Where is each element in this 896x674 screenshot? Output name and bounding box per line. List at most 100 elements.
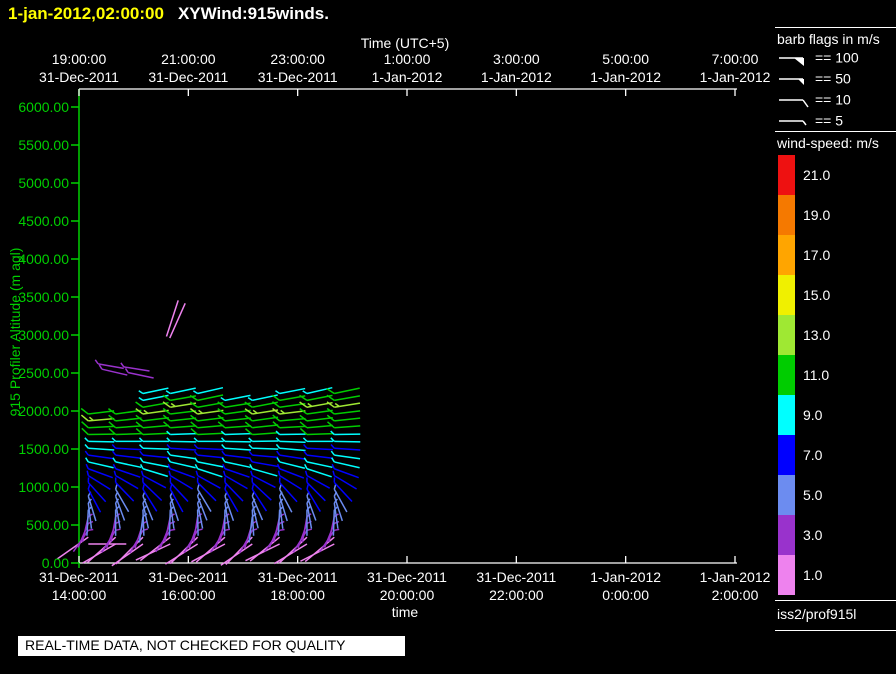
- wind-barb-tick: [222, 463, 226, 470]
- colorbar-swatch: [778, 155, 795, 195]
- bottom-tick-label: 1-Jan-2012 2:00:00: [699, 569, 771, 603]
- wind-barb-tick: [194, 457, 199, 463]
- wind-barb-tick: [195, 470, 199, 476]
- barb-legend-item-pennant-50: == 50: [777, 70, 851, 91]
- titlebar: 1-jan-2012,02:00:00 XYWind:915winds.: [8, 4, 329, 24]
- colorbar-swatch: [778, 235, 795, 275]
- wind-barb: [123, 366, 150, 372]
- wind-barb: [279, 447, 306, 452]
- barb-legend-label: == 50: [815, 70, 851, 87]
- wind-barb: [170, 461, 196, 469]
- wind-barb-tick: [334, 528, 340, 532]
- wind-barb-tick: [276, 463, 281, 470]
- wind-barb: [251, 481, 272, 501]
- wind-barb: [128, 371, 154, 379]
- wind-barb-tick: [86, 470, 90, 476]
- wind-barb-tick: [250, 470, 254, 476]
- wind-barb: [197, 432, 224, 436]
- wind-barb: [306, 432, 333, 436]
- wind-barb-tick: [303, 450, 308, 456]
- wind-barb: [191, 543, 226, 563]
- wind-barb: [88, 461, 114, 469]
- wind-barb-tick: [249, 464, 253, 470]
- wind-barb: [98, 363, 124, 370]
- wind-barb-tick: [221, 450, 226, 456]
- wind-barb: [279, 454, 306, 460]
- wind-barb-tick: [276, 450, 281, 456]
- wind-barb-tick: [81, 421, 89, 429]
- wind-barb-tick: [166, 450, 171, 456]
- wind-barb-tick: [169, 484, 173, 490]
- wind-barb-tick: [252, 409, 258, 414]
- wind-barb: [170, 468, 195, 479]
- colorbar-value: 3.0: [803, 527, 823, 543]
- wind-barb-tick: [84, 443, 89, 449]
- wind-barb-tick: [248, 457, 253, 463]
- y-tick-label: 4000.00: [18, 251, 69, 267]
- colorbar-swatch: [778, 355, 795, 395]
- wind-barb-tick: [85, 463, 89, 470]
- bottom-tick-label: 31-Dec-2011 20:00:00: [367, 569, 447, 603]
- wind-barb-tick: [84, 437, 89, 442]
- colorbar-swatch: [778, 475, 795, 515]
- wind-barb: [306, 468, 332, 478]
- wind-barb-tick: [251, 484, 255, 490]
- wind-barb-tick: [170, 528, 176, 532]
- wind-barb: [252, 461, 279, 468]
- pennant-100-icon: [779, 57, 804, 66]
- wind-barb: [168, 509, 172, 536]
- wind-barb-tick: [88, 528, 94, 532]
- colorbar-value: 5.0: [803, 487, 823, 503]
- wind-barb: [142, 468, 169, 478]
- wind-barb: [142, 509, 145, 536]
- wind-barb: [142, 416, 169, 422]
- barb-legend-item-pennant-100: == 100: [777, 49, 859, 70]
- wind-barb: [170, 454, 197, 460]
- wind-barb-tick: [306, 484, 309, 490]
- wind-barb: [115, 468, 141, 478]
- wind-barb: [334, 387, 360, 395]
- colorbar-value: 1.0: [803, 567, 823, 583]
- wind-barb: [170, 425, 197, 429]
- wind-barb: [197, 394, 224, 402]
- wind-barb-tick: [248, 450, 253, 456]
- station-id: iss2/prof915l: [777, 606, 857, 622]
- wind-barb-tick: [302, 390, 308, 395]
- wind-barb: [142, 424, 169, 429]
- wind-barb: [197, 424, 224, 429]
- wind-barb-tick: [142, 484, 145, 490]
- station-box-top-line: [775, 600, 896, 601]
- wind-barb-tick: [302, 437, 308, 442]
- wind-barb: [225, 536, 253, 566]
- wind-barb-tick: [138, 396, 144, 401]
- top-tick-label: 1:00:00 1-Jan-2012: [371, 51, 443, 85]
- wind-barb-tick: [220, 396, 226, 401]
- wind-barb-tick: [98, 364, 103, 370]
- wind-barb-tick: [167, 457, 171, 463]
- y-tick-label: 2500.00: [18, 365, 69, 381]
- wind-barb-tick: [139, 444, 144, 449]
- wind-barb: [252, 416, 279, 422]
- wind-barb: [334, 410, 361, 415]
- right-panel-divider-mid: [775, 131, 896, 132]
- top-tick-label: 21:00:00 31-Dec-2011: [148, 51, 229, 85]
- wind-barb-tick: [80, 407, 89, 415]
- wind-barb: [245, 543, 280, 562]
- wind-barb: [334, 425, 361, 429]
- wind-barb-tick: [108, 414, 117, 422]
- wind-barb: [88, 410, 115, 415]
- wind-barb: [306, 416, 333, 422]
- wind-barb: [224, 394, 251, 402]
- top-axis-title: Time (UTC+5): [360, 35, 450, 51]
- colorbar-value: 13.0: [803, 327, 831, 343]
- wind-barb-tick: [138, 390, 144, 395]
- wind-barb-tick: [112, 463, 117, 470]
- wind-barb-tick: [194, 463, 199, 470]
- wind-barb: [334, 461, 360, 469]
- wind-barb: [334, 468, 359, 479]
- bottom-tick-label: 31-Dec-2011 16:00:00: [148, 569, 229, 603]
- wind-barb-tick: [124, 368, 129, 374]
- wind-barb-tick: [139, 463, 144, 470]
- wind-barb-tick: [247, 397, 253, 401]
- wind-barb: [252, 424, 279, 429]
